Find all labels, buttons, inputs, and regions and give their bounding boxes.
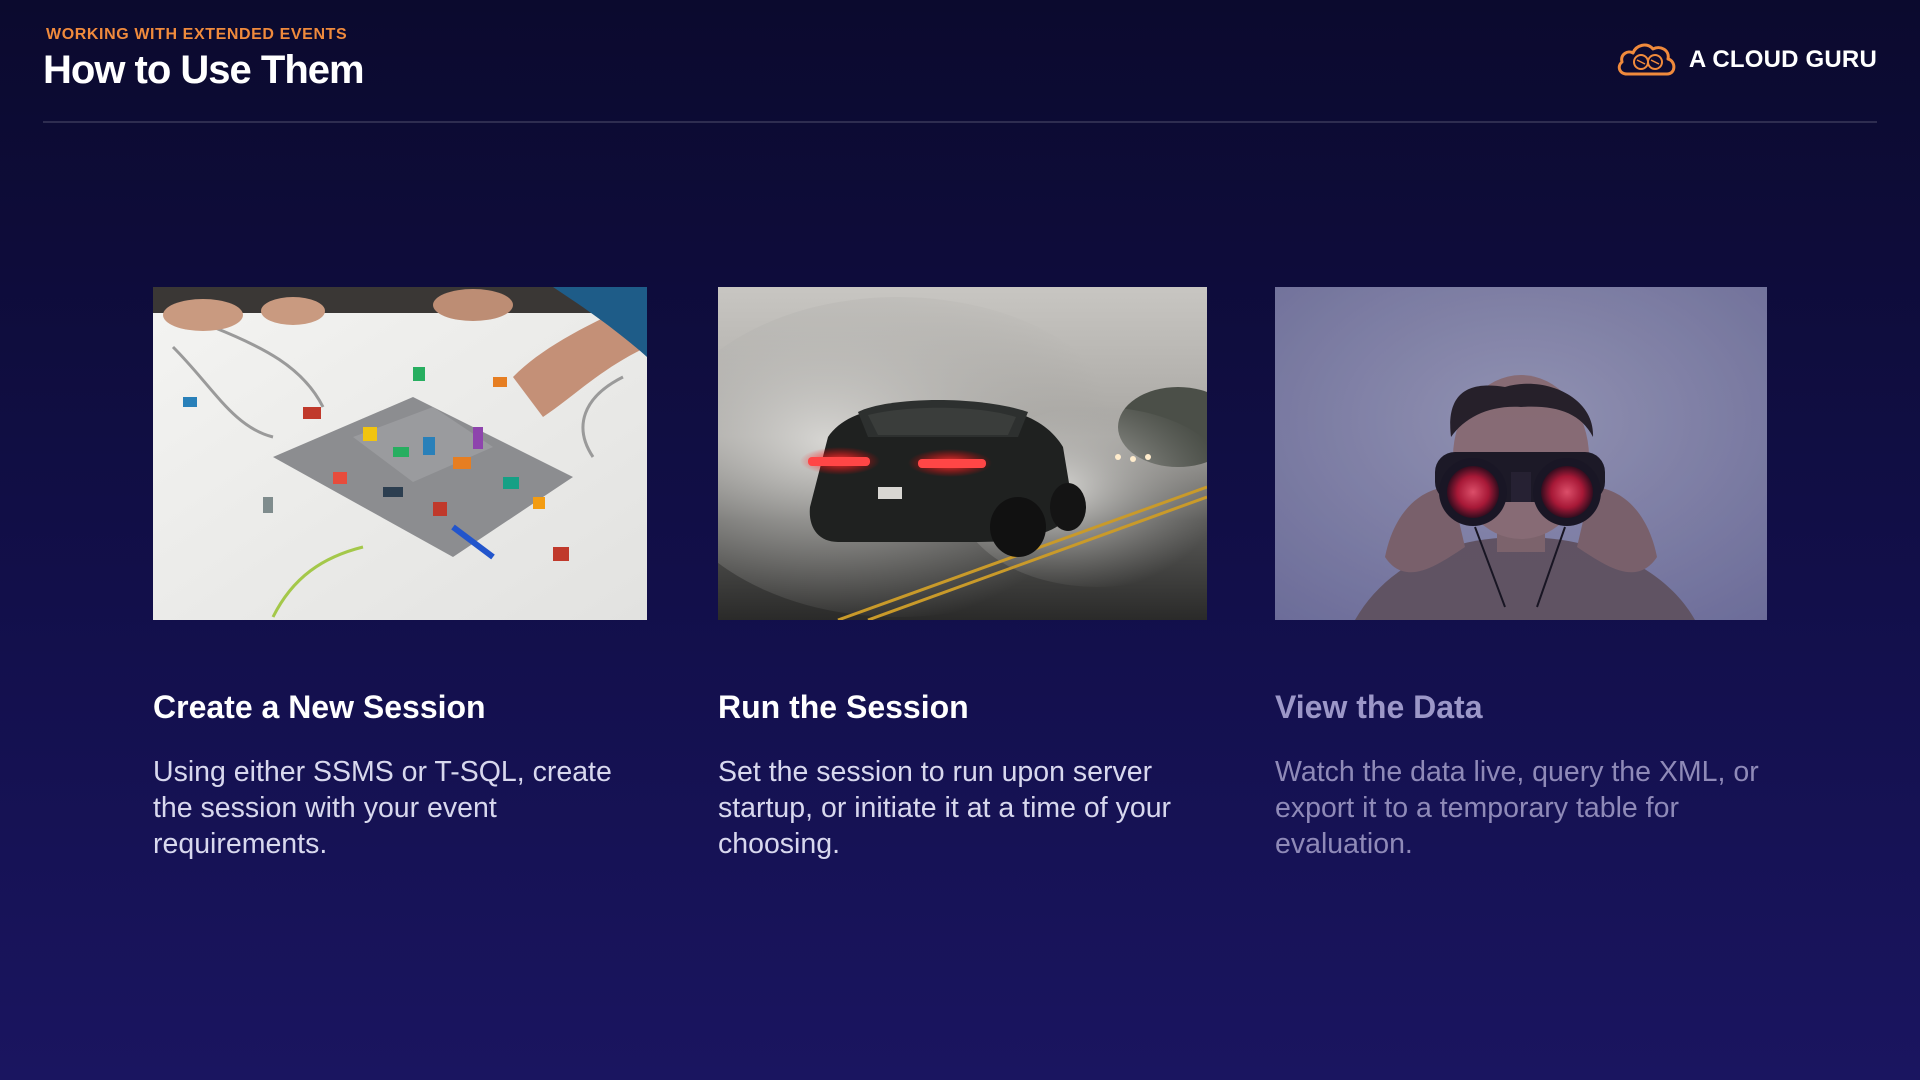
card-title: View the Data <box>1275 689 1483 725</box>
section-eyebrow: WORKING WITH EXTENDED EVENTS <box>46 26 348 43</box>
card-title: Create a New Session <box>153 689 486 725</box>
card-run-session: Run the Session Set the session to run u… <box>718 287 1207 862</box>
brand-name: A CLOUD GURU <box>1688 46 1877 73</box>
card-text: Watch the data live, query the XML, or e… <box>1275 756 1759 860</box>
lego-city-planning-photo <box>153 287 647 620</box>
card-title: Run the Session <box>718 689 969 725</box>
car-burnout-smoke-photo <box>718 287 1207 620</box>
card-text: Set the session to run upon server start… <box>718 756 1172 860</box>
slide-header: WORKING WITH EXTENDED EVENTS How to Use … <box>43 26 1877 123</box>
card-create-session: Create a New Session Using either SSMS o… <box>153 287 647 862</box>
card-view-data: View the Data Watch the data live, query… <box>1275 287 1767 862</box>
brand-logo: A CLOUD GURU <box>1615 38 1877 82</box>
card-text: Using either SSMS or T-SQL, create the s… <box>153 756 612 860</box>
page-title: How to Use Them <box>43 48 365 92</box>
person-with-binoculars-photo <box>1275 287 1767 620</box>
cloud-icon <box>1617 43 1676 76</box>
